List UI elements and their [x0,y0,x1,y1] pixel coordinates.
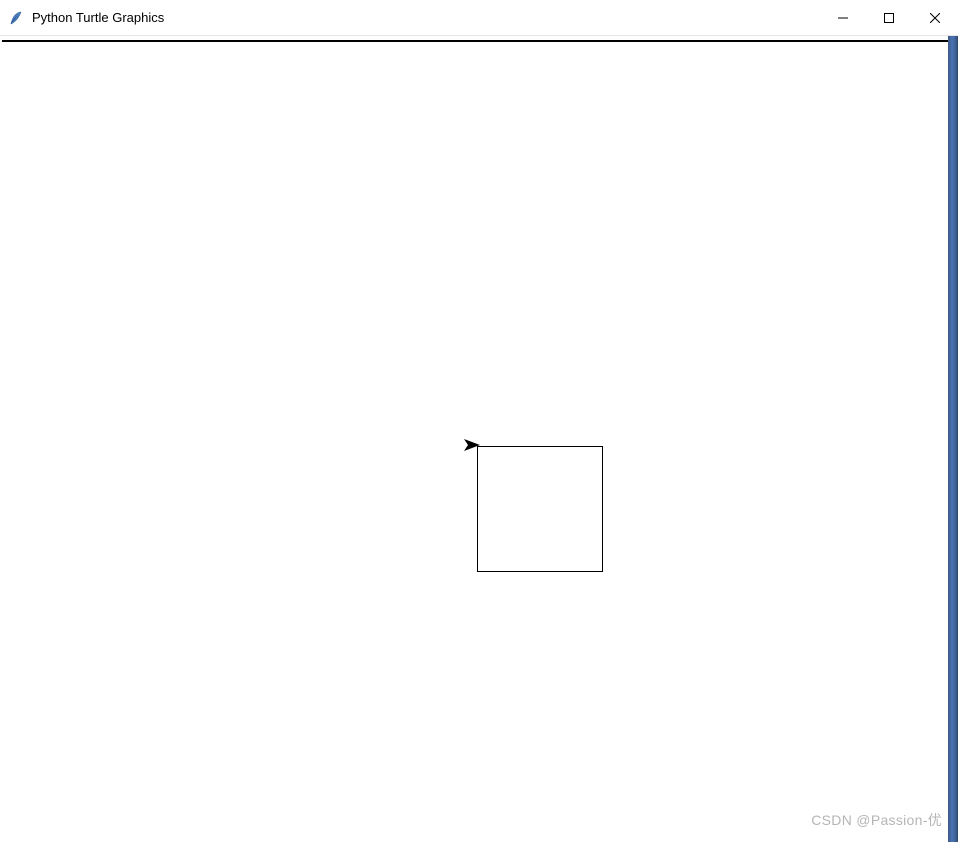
close-icon [930,13,940,23]
titlebar-left: Python Turtle Graphics [0,10,164,26]
turtle-cursor-icon [464,439,482,458]
window-title: Python Turtle Graphics [32,10,164,25]
minimize-icon [838,13,848,23]
drawn-square [477,446,603,572]
window-controls [820,0,958,36]
right-edge-decoration [948,36,958,842]
content-area [0,36,958,842]
maximize-button[interactable] [866,0,912,36]
feather-icon [8,10,24,26]
minimize-button[interactable] [820,0,866,36]
turtle-canvas [0,36,958,842]
titlebar[interactable]: Python Turtle Graphics [0,0,958,36]
maximize-icon [884,13,894,23]
application-window: Python Turtle Graphics [0,0,958,842]
close-button[interactable] [912,0,958,36]
watermark-text: CSDN @Passion-优 [811,810,942,830]
